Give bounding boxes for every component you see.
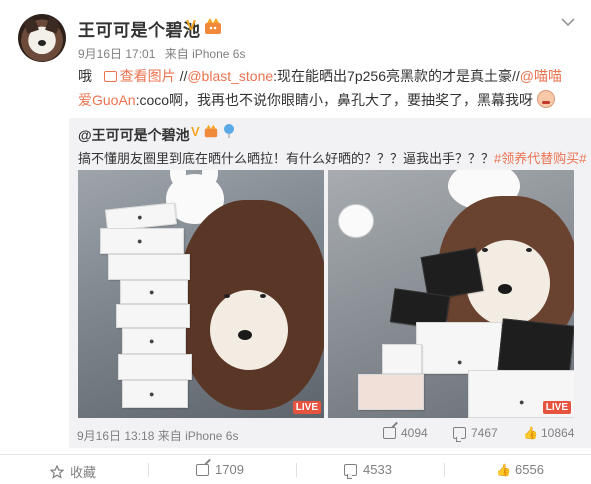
view-image-label: 查看图片 [119,68,176,84]
repost-share-count: 4094 [401,426,428,440]
comment-button[interactable]: 4533 [344,462,392,479]
repost-time-source: 9月16日 13:18 来自 iPhone 6s [77,427,238,444]
iphone-box [108,254,190,280]
author-name[interactable]: 王可可是个碧池 [78,16,201,41]
thumbs-up-icon: 👍 [523,426,538,440]
iphone-box: ● [416,322,502,374]
repost-share-button[interactable]: 4094 [383,426,428,440]
share-button[interactable]: 1709 [196,462,244,477]
dog [178,200,324,410]
post-prefix: 哦 [78,68,92,84]
iphone-box [358,374,424,410]
iphone-box [382,344,422,374]
action-bar: 收藏 1709 4533 👍 6556 [0,454,591,484]
repost-box: @王可可是个碧池 V 搞不懂朋友圈里到底在晒什么晒拉！有什么好晒的？？？逼我出手… [69,118,591,448]
post-text-1: :现在能晒出7p256亮黑款的才是真土豪// [273,68,520,84]
favorite-label: 收藏 [70,465,97,480]
verified-icon: V [186,17,197,34]
vip-badge-icon [205,124,218,138]
iphone-box [118,354,192,380]
share-count: 1709 [215,462,244,477]
author-avatar[interactable] [18,14,66,62]
avatar-ear [23,16,39,34]
dog-eye [482,248,488,252]
emoji-icon [536,90,555,108]
balloon-icon [223,124,234,138]
repost-comment-count: 7467 [471,426,498,440]
repost-like-count: 10864 [541,426,575,440]
live-badge: LIVE [542,401,571,414]
repost-body: 搞不懂朋友圈里到底在晒什么晒拉！有什么好晒的？？？逼我出手？？？ [78,151,495,166]
weibo-post-card: 王可可是个碧池 V 9月16日 17:01 来自 iPhone 6s 哦 查看图… [0,0,591,484]
dog-nose [498,284,512,294]
iphone-box: ● [122,380,188,408]
repost-text: 搞不懂朋友圈里到底在晒什么晒拉！有什么好晒的？？？逼我出手？？？#领养代替购买# [78,148,586,167]
divider [148,463,149,477]
vip-badge-icon [205,18,221,34]
mention-blast-stone[interactable]: @blast_stone [187,68,273,84]
post-text-2: :coco啊，我再也不说你眼睛小，鼻孔大了，要抽奖了，黑幕我呀 [135,92,534,108]
repost-source: 来自 iPhone 6s [157,429,239,443]
repost-comment-button[interactable]: 7467 [453,426,498,442]
like-count: 6556 [515,462,544,477]
view-image-link[interactable]: 查看图片 [103,68,176,84]
iphone-box: ● [122,328,186,354]
divider [444,463,445,477]
repost-time[interactable]: 9月16日 13:18 [77,429,154,443]
post-photo-2[interactable]: ● ● LIVE [328,170,574,418]
iphone-box [116,304,190,328]
share-icon [383,427,396,439]
dog-eye [526,248,532,252]
chevron-down-icon[interactable] [561,14,575,30]
like-button[interactable]: 👍 6556 [496,462,544,477]
repost-like-button[interactable]: 👍 10864 [523,426,574,440]
comment-icon [453,427,466,442]
dog-eye [260,294,266,298]
post-meta: 9月16日 17:01 来自 iPhone 6s [78,45,251,62]
hashtag-link[interactable]: #领养代替购买# [494,151,586,166]
divider [296,463,297,477]
star-icon [50,464,64,479]
iphone-box: ● [100,228,184,254]
iphone-box-jet-black [497,318,574,378]
repost-footer: 9月16日 13:18 来自 iPhone 6s 4094 7467 👍 108… [69,425,591,445]
verified-icon: V [191,124,200,139]
avatar-nose [38,40,46,46]
post-source: 来自 iPhone 6s [164,47,246,61]
thumbs-up-icon: 👍 [496,462,511,477]
dog-eye [224,294,230,298]
avatar-ear [45,16,61,34]
post-photo-1[interactable]: ● ● ● ● ● LIVE [78,170,324,418]
dog-nose [238,330,252,340]
post-body: 哦 查看图片 //@blast_stone:现在能晒出7p256亮黑款的才是真土… [78,64,570,112]
share-icon [196,463,209,476]
post-time[interactable]: 9月16日 17:01 [78,47,155,61]
comment-count: 4533 [363,462,392,477]
panda-plush [338,204,374,238]
repost-badges: V [191,124,235,139]
iphone-box: ● [120,280,188,304]
favorite-button[interactable]: 收藏 [50,462,96,481]
repost-author[interactable]: @王可可是个碧池 [78,125,190,145]
live-badge: LIVE [292,401,321,414]
image-icon [103,71,117,82]
comment-icon [344,463,357,479]
